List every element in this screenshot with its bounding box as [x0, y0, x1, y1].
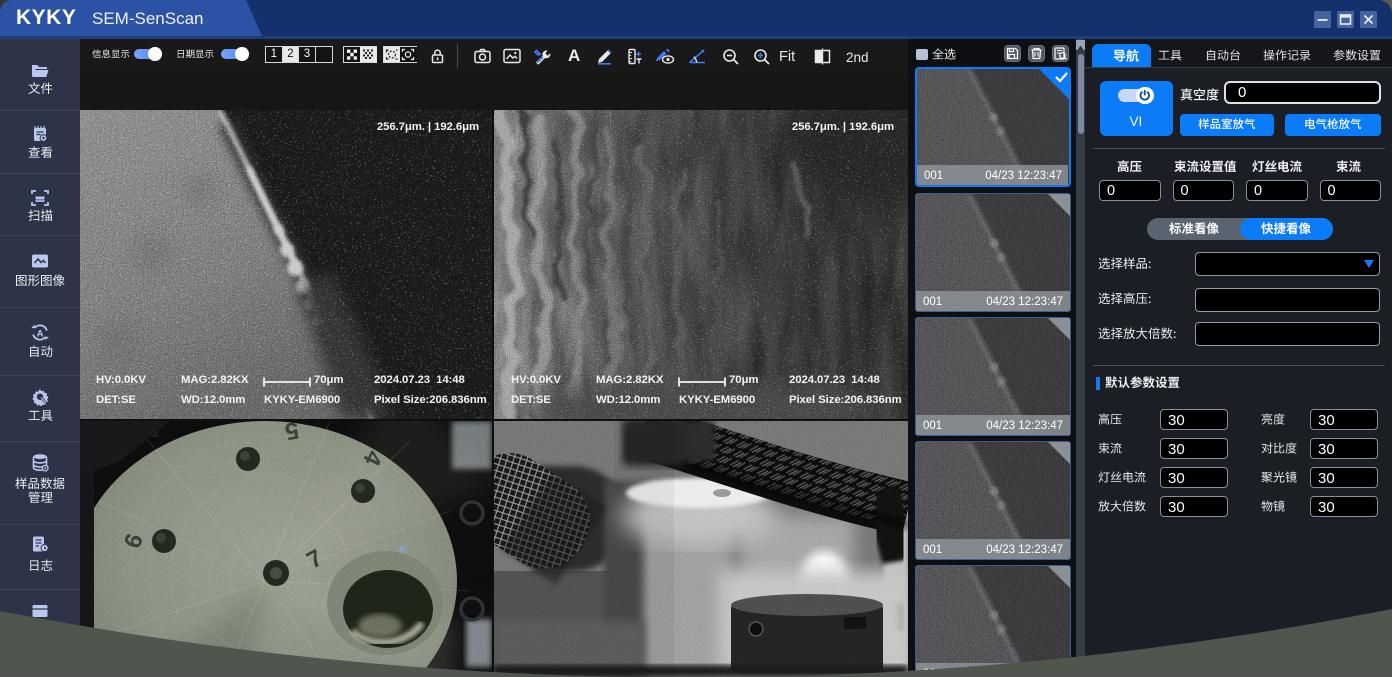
svg-text:A: A — [37, 328, 44, 339]
